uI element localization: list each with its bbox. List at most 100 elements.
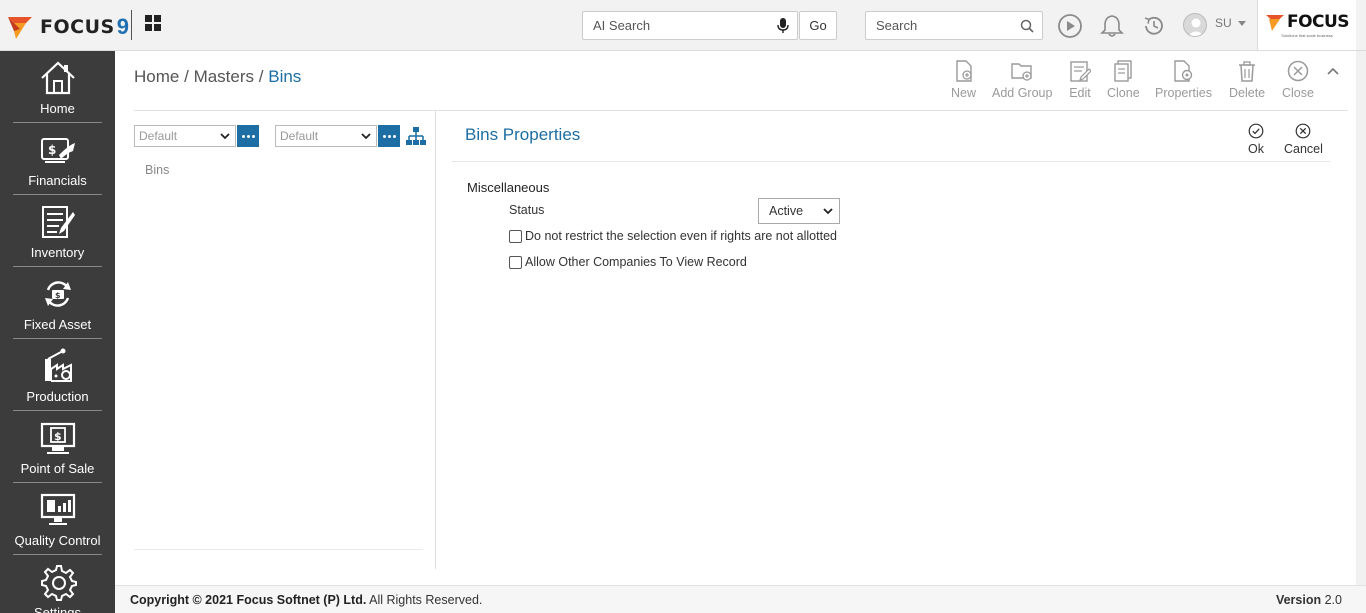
apps-grid-icon[interactable] — [145, 15, 161, 31]
svg-text:$: $ — [54, 430, 62, 443]
tree-item-bins[interactable]: Bins — [145, 163, 169, 177]
production-icon — [44, 348, 72, 382]
ok-label: Ok — [1248, 142, 1264, 156]
sidebar-item-label: Inventory — [30, 245, 85, 260]
view-options-button-1[interactable] — [237, 125, 259, 147]
properties-button[interactable]: Properties — [1155, 60, 1212, 100]
microphone-icon[interactable] — [777, 18, 789, 34]
go-button[interactable]: Go — [799, 11, 837, 40]
company-name: Focus Softnet (P) Ltd. — [236, 593, 367, 607]
panel-divider[interactable] — [435, 111, 436, 569]
financials-icon: $ — [40, 138, 75, 163]
sidebar-item-label: Quality Control — [14, 533, 101, 548]
edit-button[interactable]: Edit — [1069, 60, 1091, 100]
close-button[interactable]: Close — [1282, 60, 1314, 100]
brand-logo: FOCUS Solutions that scale business — [1257, 0, 1356, 50]
add-folder-icon — [1011, 63, 1032, 81]
ai-search-box — [582, 11, 798, 40]
no-restrict-checkbox-row[interactable]: Do not restrict the selection even if ri… — [509, 229, 837, 243]
sidebar-item-quality-control[interactable]: Quality Control — [0, 483, 115, 555]
no-restrict-label: Do not restrict the selection even if ri… — [525, 229, 837, 243]
quality-control-icon — [40, 493, 75, 525]
logo-text: FOCUS — [40, 16, 115, 38]
user-avatar[interactable] — [1183, 13, 1207, 37]
cancel-label: Cancel — [1284, 142, 1323, 156]
logo-divider — [131, 10, 132, 40]
edit-label: Edit — [1069, 86, 1091, 100]
inventory-icon — [41, 206, 75, 238]
delete-button[interactable]: Delete — [1229, 60, 1265, 100]
brand-text: FOCUS — [1286, 12, 1350, 32]
chevron-down-icon — [220, 133, 230, 140]
breadcrumb-separator: / — [258, 67, 264, 86]
cancel-circle-icon — [1296, 123, 1311, 139]
view-options-button-2[interactable] — [378, 125, 400, 147]
user-initials[interactable]: SU — [1215, 16, 1232, 30]
allow-companies-checkbox-row[interactable]: Allow Other Companies To View Record — [509, 255, 747, 269]
view-select-2[interactable]: Default — [275, 125, 377, 147]
status-value: Active — [769, 204, 804, 218]
add-group-button[interactable]: Add Group — [992, 60, 1052, 100]
close-label: Close — [1282, 86, 1314, 100]
user-icon — [1187, 18, 1205, 36]
page-scrollbar[interactable] — [1356, 51, 1366, 585]
new-button[interactable]: New — [951, 60, 976, 100]
sidebar-item-settings[interactable]: Settings — [0, 555, 115, 613]
no-restrict-checkbox[interactable] — [509, 229, 522, 243]
status-select[interactable]: Active — [758, 198, 840, 224]
trash-icon — [1239, 61, 1256, 82]
view-select-2-value: Default — [280, 129, 319, 143]
clone-icon — [1114, 60, 1133, 82]
version-label: Version — [1275, 593, 1322, 607]
allow-companies-checkbox[interactable] — [509, 255, 522, 269]
view-select-1[interactable]: Default — [134, 125, 236, 147]
sidebar-item-point-of-sale[interactable]: $ Point of Sale — [0, 411, 115, 483]
settings-icon — [40, 565, 77, 601]
footer: Copyright © 2021 Focus Softnet (P) Ltd. … — [115, 585, 1366, 613]
allow-companies-label: Allow Other Companies To View Record — [525, 255, 747, 269]
clone-label: Clone — [1107, 86, 1140, 100]
svg-text:$: $ — [55, 291, 61, 300]
point-of-sale-icon: $ — [40, 422, 75, 454]
sidebar-item-label: Fixed Asset — [23, 317, 92, 332]
play-icon[interactable] — [1057, 13, 1083, 39]
header-divider — [134, 110, 1348, 111]
breadcrumb-separator: / — [184, 67, 189, 86]
brand-tagline: Solutions that scale business — [1281, 33, 1333, 38]
cancel-button[interactable]: Cancel — [1284, 123, 1323, 156]
user-menu-caret-icon[interactable] — [1238, 21, 1246, 26]
sidebar: Home $ Financials Inventory $ Fixed Asse… — [0, 51, 115, 613]
copyright: Copyright © 2021 Focus Softnet (P) Ltd. … — [130, 593, 482, 607]
sidebar-item-label: Production — [26, 389, 89, 404]
sidebar-item-inventory[interactable]: Inventory — [0, 195, 115, 267]
copyright-prefix: Copyright © 2021 — [130, 593, 233, 607]
fixed-asset-icon: $ — [44, 281, 71, 307]
rights-text: All Rights Reserved. — [369, 593, 483, 607]
history-icon[interactable] — [1141, 13, 1167, 39]
chevron-down-icon — [823, 208, 833, 215]
ai-search-input[interactable] — [583, 12, 763, 39]
home-icon — [40, 61, 75, 95]
search-input[interactable] — [866, 12, 1006, 39]
search-icon[interactable] — [1020, 19, 1034, 33]
top-bar: FOCUS 9 Go — [0, 0, 1366, 51]
sidebar-item-production[interactable]: Production — [0, 339, 115, 411]
new-document-icon — [955, 60, 972, 82]
close-circle-icon — [1287, 60, 1309, 82]
clone-button[interactable]: Clone — [1107, 60, 1140, 100]
properties-divider — [452, 161, 1330, 162]
breadcrumb-masters[interactable]: Masters — [194, 67, 254, 86]
tree-structure-icon[interactable] — [406, 126, 426, 146]
sidebar-item-fixed-asset[interactable]: $ Fixed Asset — [0, 267, 115, 339]
chevron-up-icon[interactable] — [1327, 66, 1339, 76]
notification-bell-icon[interactable] — [1099, 13, 1125, 39]
ok-button[interactable]: Ok — [1248, 123, 1264, 156]
version-value: 2.0 — [1324, 593, 1342, 607]
left-panel-divider — [134, 549, 423, 550]
section-title: Miscellaneous — [467, 180, 550, 195]
focus9-logo[interactable]: FOCUS 9 — [6, 12, 129, 42]
sidebar-item-home[interactable]: Home — [0, 51, 115, 123]
search-box — [865, 11, 1043, 40]
sidebar-item-financials[interactable]: $ Financials — [0, 123, 115, 195]
breadcrumb-home[interactable]: Home — [134, 67, 179, 86]
